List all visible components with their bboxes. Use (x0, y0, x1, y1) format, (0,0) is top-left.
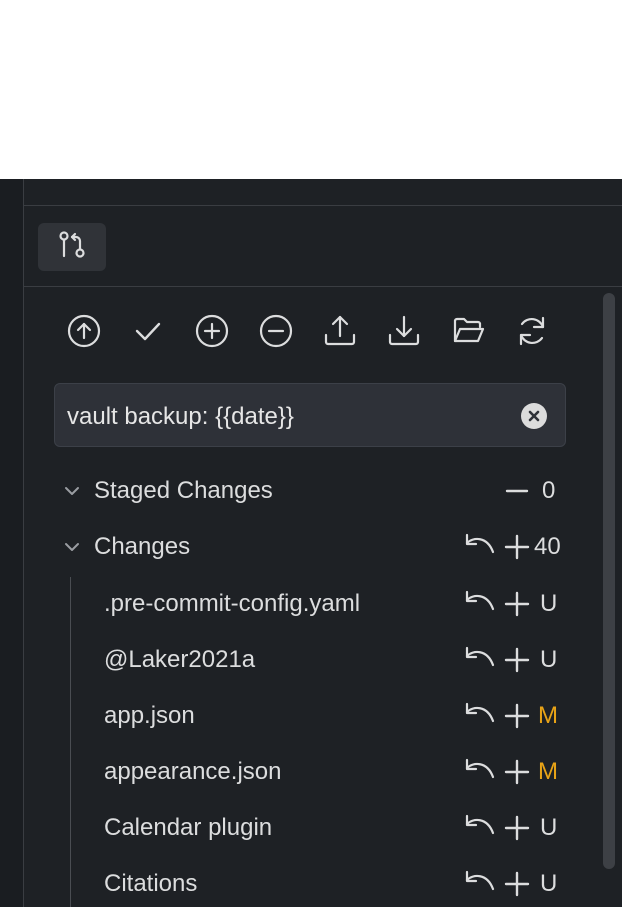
file-status: U (540, 590, 558, 617)
discard-button[interactable] (464, 758, 496, 786)
stage-button[interactable] (504, 646, 530, 674)
upload-icon (324, 315, 356, 346)
file-status: M (538, 758, 558, 785)
changes-header[interactable]: Changes 40 (54, 527, 574, 567)
minus-circle-icon (259, 314, 293, 348)
undo-icon (465, 590, 495, 611)
commit-message-text[interactable]: vault backup: {{date}} (67, 403, 294, 431)
undo-icon (465, 702, 495, 723)
file-status: U (540, 870, 558, 897)
commit-button[interactable] (130, 313, 166, 349)
git-pull-request-icon (56, 229, 88, 266)
discard-button[interactable] (464, 702, 496, 730)
tree-indent-guide (70, 577, 71, 907)
push-button[interactable] (66, 313, 102, 349)
close-icon (528, 410, 540, 422)
plus-icon (504, 591, 530, 617)
view-tab-bar (24, 206, 622, 287)
file-name: Calendar plugin (104, 814, 273, 841)
plus-circle-icon (195, 314, 229, 348)
stage-button[interactable] (504, 758, 530, 786)
plus-icon (504, 815, 530, 841)
unstage-all-button[interactable] (504, 479, 530, 503)
file-status: M (538, 702, 558, 729)
file-name: @Laker2021a (104, 646, 256, 673)
plus-icon (504, 759, 530, 785)
file-row[interactable]: Citations U (104, 864, 584, 904)
file-name: app.json (104, 702, 195, 729)
plus-icon (504, 703, 530, 729)
discard-button[interactable] (464, 646, 496, 674)
staged-count: 0 (542, 477, 556, 504)
discard-all-button[interactable] (464, 533, 496, 561)
source-control-panel: vault backup: {{date}} Staged Changes 0 (24, 179, 622, 907)
stage-button[interactable] (504, 814, 530, 842)
clear-message-button[interactable] (521, 403, 547, 429)
plus-icon (504, 534, 530, 560)
file-name: appearance.json (104, 758, 282, 785)
stage-all-button[interactable] (194, 313, 230, 349)
source-control-view-tab[interactable] (38, 223, 106, 271)
discard-button[interactable] (464, 870, 496, 898)
check-icon (135, 322, 161, 341)
upload-button[interactable] (322, 313, 358, 349)
undo-icon (465, 814, 495, 835)
file-row[interactable]: .pre-commit-config.yaml U (104, 584, 584, 624)
file-row[interactable]: Calendar plugin U (104, 808, 584, 848)
left-ribbon (0, 179, 24, 907)
git-source-control-pane: vault backup: {{date}} Staged Changes 0 (0, 179, 622, 907)
undo-icon (465, 533, 495, 554)
stage-button[interactable] (504, 590, 530, 618)
pull-button[interactable] (386, 313, 422, 349)
file-name: Citations (104, 870, 198, 897)
changes-label: Changes (94, 533, 191, 560)
staged-changes-label: Staged Changes (94, 477, 273, 504)
plus-icon (504, 647, 530, 673)
download-icon (388, 315, 420, 346)
stage-all-changes-button[interactable] (504, 533, 530, 561)
unstage-all-button[interactable] (258, 313, 294, 349)
file-row[interactable]: @Laker2021a U (104, 640, 584, 680)
chevron-down-icon (62, 539, 82, 560)
stage-button[interactable] (504, 870, 530, 898)
arrow-up-circle-icon (67, 314, 101, 348)
undo-icon (465, 870, 495, 891)
file-status: U (540, 646, 558, 673)
changes-count: 40 (534, 533, 561, 560)
minus-icon (505, 489, 529, 493)
refresh-icon (519, 316, 545, 346)
refresh-button[interactable] (514, 313, 550, 349)
chevron-down-icon (62, 483, 82, 504)
file-status: U (540, 814, 558, 841)
folder-open-icon (453, 317, 485, 343)
scrollbar-thumb[interactable] (603, 293, 615, 869)
file-row[interactable]: appearance.json M (104, 752, 584, 792)
commit-message-input[interactable]: vault backup: {{date}} (54, 383, 566, 447)
staged-changes-header[interactable]: Staged Changes 0 (54, 471, 574, 511)
file-row[interactable]: app.json M (104, 696, 584, 736)
discard-button[interactable] (464, 590, 496, 618)
stage-button[interactable] (504, 702, 530, 730)
discard-button[interactable] (464, 814, 496, 842)
open-folder-button[interactable] (450, 313, 486, 349)
undo-icon (465, 646, 495, 667)
file-name: .pre-commit-config.yaml (104, 590, 361, 617)
plus-icon (504, 871, 530, 897)
undo-icon (465, 758, 495, 779)
